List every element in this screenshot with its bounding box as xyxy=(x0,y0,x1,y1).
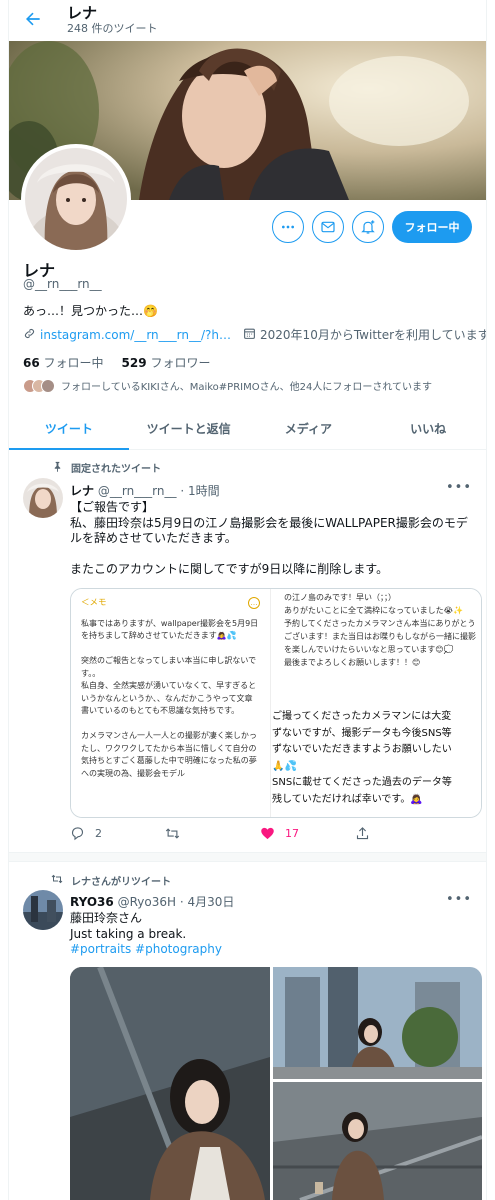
retweet-button[interactable] xyxy=(165,826,260,841)
reply-button[interactable]: 2 xyxy=(70,826,165,841)
tweet-more-icon[interactable]: ••• xyxy=(446,892,472,907)
following-count[interactable]: 66 フォロー中 xyxy=(23,354,104,371)
tweet-time[interactable]: · 1時間 xyxy=(180,484,219,498)
profile-avatar[interactable] xyxy=(21,144,131,254)
memo-left-text: 私事ではありますが、wallpaper撮影会を5月9日を持ちまして辞めさせていた… xyxy=(81,618,259,778)
notifications-button[interactable] xyxy=(352,211,384,243)
bell-plus-icon xyxy=(361,220,375,234)
tab-likes[interactable]: いいね xyxy=(368,408,486,449)
share-icon xyxy=(356,827,369,840)
joined-date: 2020年10月からTwitterを利用しています xyxy=(260,328,487,342)
tweet-avatar[interactable] xyxy=(23,478,63,518)
follower-avatar xyxy=(41,378,55,393)
followers-count[interactable]: 529 フォロワー xyxy=(122,354,211,371)
top-bar: レナ 248 件のツイート xyxy=(9,0,486,40)
tweet-photo-grid[interactable] xyxy=(70,967,482,1200)
memo-header: ＜メモ xyxy=(81,598,107,608)
profile-link[interactable]: instagram.com/__rn___rn__/?h… xyxy=(40,328,231,342)
pin-icon xyxy=(47,461,63,475)
envelope-icon xyxy=(321,221,335,233)
tweet-actions: 2 17 xyxy=(70,826,450,841)
following-button[interactable]: フォロー中 xyxy=(392,211,472,243)
retweet-icon xyxy=(165,828,180,839)
memo-right-top-text: の江ノ島のみです！早い（；；） ありがたいことに全て満枠になっていました😭✨ 予… xyxy=(284,593,476,667)
tweet-more-icon[interactable]: ••• xyxy=(446,480,472,495)
profile-meta: instagram.com/__rn___rn__/?h… 2020年10月から… xyxy=(23,326,487,343)
profile-tabs: ツイート ツイートと返信 メディア いいね xyxy=(9,408,486,450)
reply-count: 2 xyxy=(95,827,102,840)
followed-by[interactable]: フォローしているKIKIさん、Maiko#PRIMOさん、他24人にフォローされ… xyxy=(23,378,432,393)
photo-1 xyxy=(70,967,270,1200)
tweet-handle[interactable]: @Ryo36H xyxy=(118,895,176,909)
header-name: レナ xyxy=(67,4,98,22)
memo-right-page: の江ノ島のみです！早い（；；） ありがたいことに全て満枠になっていました😭✨ 予… xyxy=(272,589,481,817)
memo-left-page: ＜メモ … 私事ではありますが、wallpaper撮影会を5月9日を持ちまして辞… xyxy=(71,589,271,817)
tab-tweets[interactable]: ツイート xyxy=(9,408,129,450)
share-button[interactable] xyxy=(355,826,450,841)
tweet-header: RYO36 @Ryo36H · 4月30日 xyxy=(70,893,234,910)
photo-2 xyxy=(273,967,482,1079)
tweet-avatar[interactable] xyxy=(23,890,63,930)
link-icon xyxy=(23,327,36,343)
tweet-header: レナ @__rn___rn__ · 1時間 xyxy=(70,482,220,499)
tab-media[interactable]: メディア xyxy=(249,408,369,449)
tweet-author[interactable]: RYO36 xyxy=(70,895,114,909)
tweet-hashtags[interactable]: #portraits #photography xyxy=(70,942,475,958)
more-icon xyxy=(282,225,294,229)
reply-icon xyxy=(71,827,84,841)
followed-by-text: フォローしているKIKIさん、Maiko#PRIMOさん、他24人にフォローされ… xyxy=(61,382,433,393)
tweet-count: 248 件のツイート xyxy=(67,22,158,35)
like-button[interactable]: 17 xyxy=(260,826,355,841)
tab-tweets-and-replies[interactable]: ツイートと返信 xyxy=(129,408,249,449)
message-button[interactable] xyxy=(312,211,344,243)
tweet-time[interactable]: · 4月30日 xyxy=(180,895,235,909)
retweet-icon xyxy=(47,873,63,888)
profile-bio: あっ…！見つかった…🤭 xyxy=(23,304,158,318)
more-options-button[interactable] xyxy=(272,211,304,243)
calendar-icon xyxy=(243,327,256,343)
tweet-image-memo[interactable]: ＜メモ … 私事ではありますが、wallpaper撮影会を5月9日を持ちまして辞… xyxy=(70,588,482,818)
arrow-left-icon[interactable] xyxy=(23,9,45,31)
like-count: 17 xyxy=(285,827,299,840)
profile-stats: 66 フォロー中 529 フォロワー xyxy=(23,354,210,371)
tweet-author[interactable]: レナ xyxy=(70,484,94,498)
memo-right-bottom-text: ご撮ってくださったカメラマンには大変 ずないですが、撮影データも今後SNS等 ず… xyxy=(272,711,452,805)
tweet-handle[interactable]: @__rn___rn__ xyxy=(98,484,177,498)
profile-actions: フォロー中 xyxy=(272,211,472,243)
profile-handle: @__rn___rn__ xyxy=(23,277,102,291)
tweet-text: 藤田玲奈さん Just taking a break. xyxy=(70,911,187,941)
tweet-text: 【ご報告です】 私、藤田玲奈は5月9日の江ノ島撮影会を最後にWALLPAPER撮… xyxy=(70,500,468,576)
memo-more-icon: … xyxy=(248,597,260,609)
photo-3 xyxy=(273,1082,482,1200)
retweet-context: レナさんがリツイート xyxy=(47,873,171,888)
profile-page: レナ 248 件のツイート フォロー中 レナ @__rn___rn__ あっ…！… xyxy=(8,0,487,1200)
heart-filled-icon xyxy=(261,827,274,840)
tweet-separator xyxy=(9,852,486,862)
pinned-context: 固定されたツイート xyxy=(47,460,161,475)
